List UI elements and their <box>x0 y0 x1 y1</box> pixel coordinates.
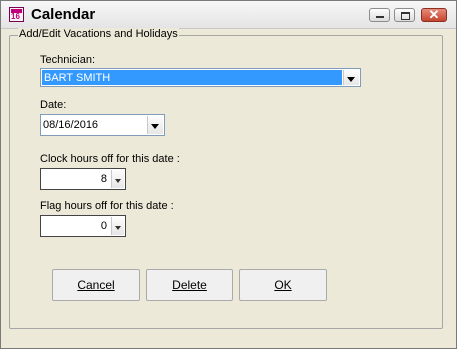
flag-hours-dropdown-button[interactable] <box>111 217 124 235</box>
close-button[interactable]: ✕ <box>421 7 447 22</box>
date-value: 08/16/2016 <box>43 119 99 131</box>
chevron-down-icon <box>115 179 121 183</box>
maximize-icon <box>401 12 410 20</box>
window-title: Calendar <box>31 6 96 23</box>
flag-hours-value: 0 <box>100 220 107 232</box>
minimize-icon <box>376 16 384 18</box>
technician-label: Technician: <box>40 54 96 66</box>
calendar-window: 16 Calendar ✕ Add/Edit Vacations and Hol… <box>0 0 457 349</box>
ok-button[interactable]: OK <box>239 269 327 301</box>
date-picker[interactable]: 08/16/2016 <box>40 114 165 136</box>
date-dropdown-button[interactable] <box>147 116 163 134</box>
groupbox-title: Add/Edit Vacations and Holidays <box>18 28 179 40</box>
clock-hours-dropdown-button[interactable] <box>111 170 124 188</box>
cancel-button[interactable]: Cancel <box>52 269 140 301</box>
chevron-down-icon <box>347 77 355 82</box>
technician-select[interactable]: BART SMITH <box>40 68 361 87</box>
clock-hours-value: 8 <box>100 173 107 185</box>
clock-hours-field[interactable]: 8 <box>40 168 126 190</box>
clock-hours-label: Clock hours off for this date : <box>40 153 180 165</box>
flag-hours-label: Flag hours off for this date : <box>40 200 174 212</box>
technician-value: BART SMITH <box>44 72 111 84</box>
technician-dropdown-button[interactable] <box>343 70 359 85</box>
calendar-app-icon-text: 16 <box>11 12 20 21</box>
calendar-app-icon: 16 <box>9 7 24 22</box>
technician-selected-value: BART SMITH <box>42 70 342 85</box>
chevron-down-icon <box>115 226 121 230</box>
flag-hours-field[interactable]: 0 <box>40 215 126 237</box>
delete-button[interactable]: Delete <box>146 269 233 301</box>
maximize-button[interactable] <box>394 8 415 22</box>
date-label: Date: <box>40 99 67 111</box>
chevron-down-icon <box>151 124 159 129</box>
minimize-button[interactable] <box>369 8 390 22</box>
close-icon: ✕ <box>428 7 440 22</box>
title-bar[interactable]: 16 Calendar ✕ <box>1 1 456 29</box>
